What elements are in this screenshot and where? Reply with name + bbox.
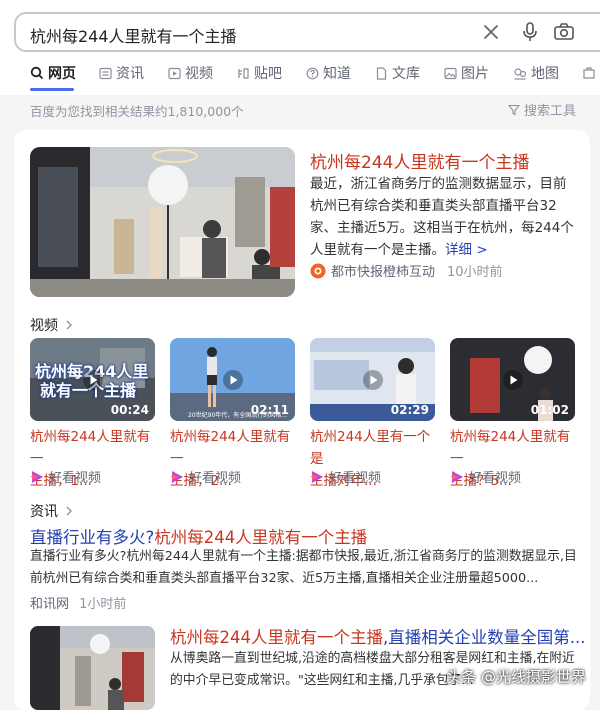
video-source[interactable]: 好看视频 (30, 467, 101, 486)
news-time: 1小时前 (79, 597, 127, 612)
camera-icon[interactable] (553, 21, 575, 43)
news-title-prefix: 直播行业有多火? (30, 528, 155, 547)
video-title-line1: 杭州每244人里就有一 (170, 429, 291, 467)
haokan-logo-icon (452, 470, 463, 483)
active-tab-indicator (30, 88, 74, 91)
question-icon (306, 67, 319, 79)
video-title-line1: 杭州每244人里就有一 (30, 429, 151, 467)
filter-icon (507, 104, 520, 115)
search-tools-button[interactable]: 搜索工具 (507, 100, 576, 119)
news-result-snippet: 直播行业有多火?杭州每244人里就有一个主播:据都市快报,最近,浙江省商务厅的监… (30, 546, 577, 590)
tab-video[interactable]: 视频 (168, 62, 213, 84)
video-source-label: 好看视频 (329, 471, 382, 486)
tab-label: 视频 (185, 66, 213, 82)
tab-label: 网页 (48, 66, 76, 82)
play-icon (502, 369, 523, 390)
studio-photo-2 (30, 626, 155, 710)
video-source[interactable]: 好看视频 (450, 467, 521, 486)
tab-label: 文库 (392, 66, 420, 82)
video-thumbnail[interactable]: 20世纪90年代，有全国流行的风格... 02:11 (170, 338, 295, 421)
videos-section-label[interactable]: 视频 (30, 315, 74, 335)
result-card: 杭州每244人里就有一个主播 最近，浙江省商务厅的监测数据显示，目前杭州已有综合… (14, 130, 590, 710)
news-label-text: 资讯 (30, 504, 58, 520)
search-input[interactable]: 杭州每244人里就有一个主播 (30, 23, 237, 47)
top-bar: 杭州每244人里就有一个主播 网页 资讯 视频 贴吧 知道 文库 图片 地图 (0, 0, 600, 95)
video-source-label: 好看视频 (469, 471, 522, 486)
map-icon (514, 67, 527, 80)
tab-zhidao[interactable]: 知道 (306, 62, 351, 84)
tab-map[interactable]: 地图 (513, 62, 559, 84)
tab-label: 图片 (461, 66, 489, 82)
tab-label: 地图 (531, 66, 559, 82)
third-title-rest: ,直播相关企业数量全国第... (383, 628, 586, 647)
video-duration: 02:11 (250, 403, 289, 417)
tab-tieba[interactable]: 贴吧 (237, 62, 282, 84)
microphone-icon[interactable] (519, 21, 541, 43)
tab-web[interactable]: 网页 (30, 62, 76, 84)
video-icon (168, 67, 181, 79)
news-snippet-line1: 直播行业有多火?杭州每244人里就有一个主播:据都市快报,最近,浙江省商务厅的监… (30, 549, 577, 564)
news-icon (99, 67, 112, 79)
news-result-meta: 和讯网 1小时前 (30, 593, 126, 612)
tab-images[interactable]: 图片 (444, 62, 489, 84)
video-duration: 01:02 (530, 403, 569, 417)
play-icon (82, 369, 103, 390)
video-thumbnail[interactable]: 02:29 (310, 338, 435, 421)
document-icon (376, 66, 387, 80)
video-thumbnail[interactable]: 01:02 (450, 338, 575, 421)
play-icon (362, 369, 383, 390)
news-section-label[interactable]: 资讯 (30, 501, 74, 521)
detail-link[interactable]: 详细 > (445, 242, 488, 258)
video-duration: 00:24 (110, 403, 149, 417)
top-result-time: 10小时前 (447, 265, 503, 280)
haokan-logo-icon (172, 470, 183, 483)
snippet-text: 最近，浙江省商务厅的监测数据显示，目前杭州已有综合类和垂直类头部直播平台32家、… (310, 176, 574, 258)
videos-label-text: 视频 (30, 318, 58, 334)
source-logo-icon (310, 263, 326, 278)
toutiao-watermark: 头条 @光线摄影世界 (446, 668, 586, 686)
tab-wenku[interactable]: 文库 (375, 62, 420, 84)
top-result-snippet: 最近，浙江省商务厅的监测数据显示，目前杭州已有综合类和垂直类头部直播平台32家、… (310, 173, 578, 261)
search-icon (30, 66, 44, 80)
news-title-highlight: 杭州每244人里就有一个主播 (154, 528, 368, 547)
tab-label: 知道 (323, 66, 351, 82)
top-result-title[interactable]: 杭州每244人里就有一个主播 (310, 148, 529, 173)
third-result-image[interactable] (30, 626, 155, 710)
video-source[interactable]: 好看视频 (170, 467, 241, 486)
news-source[interactable]: 和讯网 (30, 597, 69, 612)
video-source-label: 好看视频 (49, 471, 102, 486)
top-result-image[interactable] (30, 147, 295, 297)
search-tabs: 网页 资讯 视频 贴吧 知道 文库 图片 地图 (0, 62, 600, 91)
chevron-right-icon (66, 320, 72, 330)
haokan-logo-icon (32, 470, 43, 483)
third-result-title[interactable]: 杭州每244人里就有一个主播,直播相关企业数量全国第... (170, 624, 585, 648)
image-icon (444, 67, 457, 79)
more-tab-icon[interactable] (582, 66, 596, 80)
video-title-line1: 杭州244人里有一个是 (310, 429, 431, 467)
video-duration: 02:29 (390, 403, 429, 417)
video-title-line1: 杭州每244人里就有一 (450, 429, 571, 467)
video-source-label: 好看视频 (189, 471, 242, 486)
video-thumbnail[interactable]: 杭州每244人里 就有一个主播 00:24 (30, 338, 155, 421)
third-title-highlight: 杭州每244人里就有一个主播 (170, 628, 383, 647)
news-result-title[interactable]: 直播行业有多火?杭州每244人里就有一个主播 (30, 524, 367, 548)
tab-label: 贴吧 (254, 66, 282, 82)
news-snippet-line2: 前杭州已有综合类和垂直类头部直播平台32家、近5万主播,直播相关企业注册量超50… (30, 571, 539, 586)
clear-icon[interactable] (480, 21, 502, 43)
tab-label: 资讯 (116, 66, 144, 82)
video-source[interactable]: 好看视频 (310, 467, 381, 486)
top-result-meta: 都市快报橙柿互动 10小时前 (310, 261, 503, 280)
tieba-icon (238, 67, 249, 79)
search-tools-label: 搜索工具 (523, 104, 576, 119)
play-icon (222, 369, 243, 390)
top-result-source[interactable]: 都市快报橙柿互动 (331, 261, 435, 280)
result-count: 百度为您找到相关结果约1,810,000个 (30, 104, 244, 119)
studio-photo (30, 147, 295, 297)
chevron-right-icon (66, 506, 72, 516)
tab-news[interactable]: 资讯 (99, 62, 144, 84)
haokan-logo-icon (312, 470, 323, 483)
search-box[interactable]: 杭州每244人里就有一个主播 (14, 12, 600, 52)
